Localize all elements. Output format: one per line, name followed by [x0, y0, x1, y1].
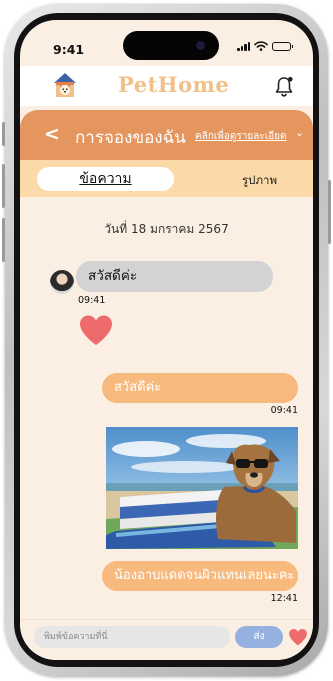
- incoming-message-time: 09:41: [78, 295, 106, 306]
- dog-photo-image: [106, 427, 298, 549]
- heart-icon[interactable]: [78, 314, 114, 346]
- tab-photos[interactable]: รูปภาพ: [242, 172, 277, 190]
- avatar[interactable]: [50, 270, 74, 294]
- outgoing-message-bubble[interactable]: น้องอาบแดดจนผิวแทนเลยนะคะ: [102, 561, 298, 591]
- incoming-message-bubble[interactable]: สวัสดีค่ะ: [76, 261, 273, 292]
- chevron-down-icon[interactable]: ⌄: [295, 126, 304, 139]
- booking-header: < การจองของฉัน คลิกเพื่อดูรายละเอียด ⌄: [20, 110, 313, 160]
- dynamic-island: [123, 31, 219, 60]
- chat-thread[interactable]: วันที่ 18 มกราคม 2567 สวัสดีค่ะ 09:41 สว…: [20, 197, 313, 619]
- battery-icon: [272, 41, 293, 51]
- status-time: 9:41: [53, 42, 85, 57]
- bell-icon[interactable]: [274, 75, 294, 97]
- message-composer: ส่ง: [20, 619, 313, 660]
- message-input[interactable]: [34, 626, 230, 648]
- tab-messages[interactable]: ข้อความ: [37, 167, 174, 191]
- heart-icon[interactable]: [288, 628, 308, 646]
- wifi-icon: [254, 41, 268, 51]
- volume-down-button: [2, 218, 5, 262]
- mute-switch: [2, 122, 5, 146]
- booking-details-link[interactable]: คลิกเพื่อดูรายละเอียด: [195, 129, 287, 144]
- volume-up-button: [2, 164, 5, 208]
- signal-icon: [237, 41, 250, 51]
- app-bar: PetHome: [20, 66, 313, 106]
- outgoing-message-time: 12:41: [270, 593, 298, 604]
- screen: 9:41 PetHome < การจองของฉัน คลิกเพื่อดูร…: [20, 20, 313, 660]
- power-button: [328, 180, 331, 244]
- outgoing-message-bubble[interactable]: สวัสดีค่ะ: [102, 373, 298, 403]
- house-logo-icon[interactable]: [52, 70, 78, 98]
- back-button[interactable]: <: [44, 123, 60, 145]
- status-icons: [237, 41, 293, 51]
- date-separator: วันที่ 18 มกราคม 2567: [104, 222, 229, 236]
- outgoing-message-time: 09:41: [270, 405, 298, 416]
- camera-dot: [196, 41, 205, 50]
- page-title: การจองของฉัน: [75, 128, 186, 148]
- send-button[interactable]: ส่ง: [235, 626, 283, 648]
- tab-messages-label: ข้อความ: [79, 171, 132, 187]
- shared-photo-dog-sunglasses[interactable]: [106, 427, 298, 549]
- tab-bar: ข้อความ รูปภาพ: [20, 160, 313, 197]
- brand-name: PetHome: [118, 72, 230, 97]
